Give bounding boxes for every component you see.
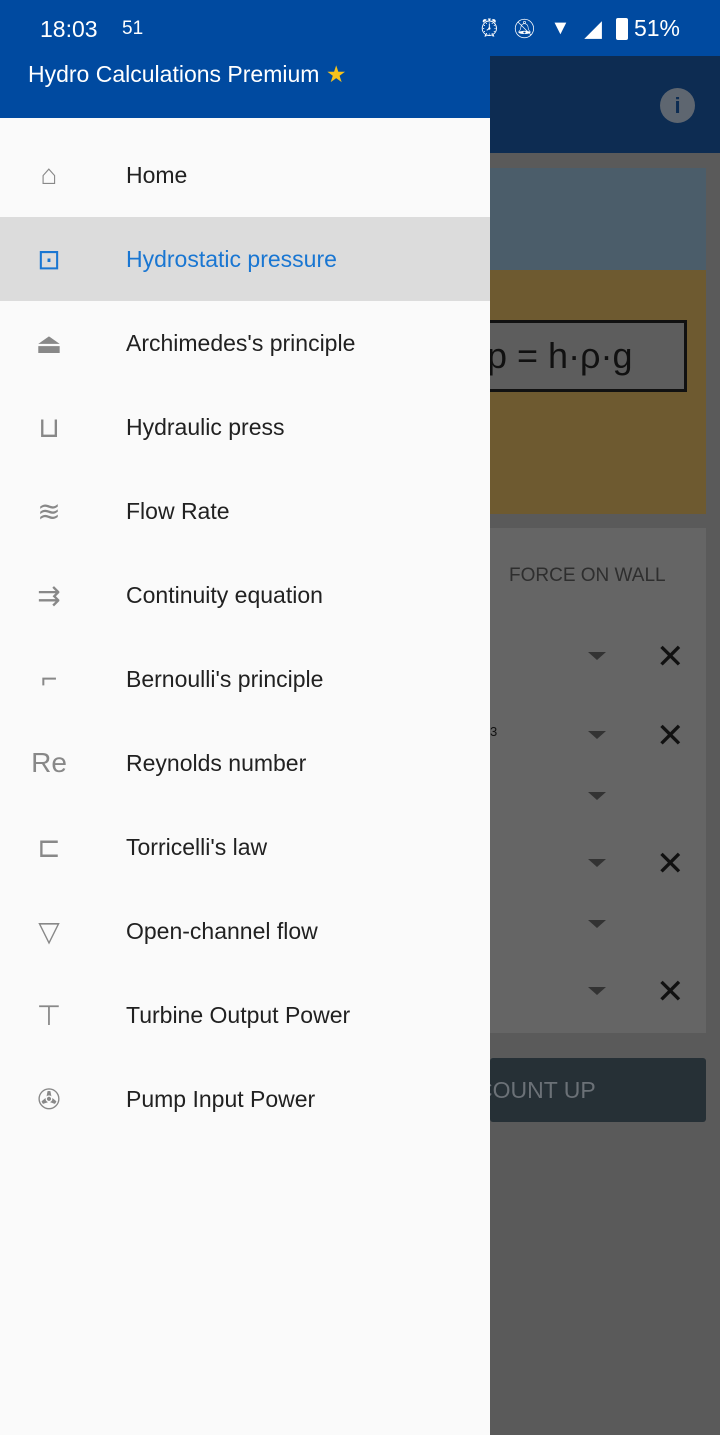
home-icon: ⌂ [40, 159, 58, 190]
drawer-item-hydrostatic-pressure[interactable]: ⊡ Hydrostatic pressure [0, 217, 490, 301]
signal-icon: ◢ [584, 15, 602, 41]
drawer-item-open-channel-flow[interactable]: ▽ Open-channel flow [0, 889, 490, 973]
battery-level: 51% [633, 15, 680, 41]
drawer-item-label: Continuity equation [126, 581, 323, 608]
hydraulic-press-icon: ⊔ [38, 411, 60, 443]
drawer-header: Hydro Calculations Premium ★ [0, 56, 490, 118]
notification-count: 51 [122, 18, 144, 39]
drawer-item-label: Hydrostatic pressure [126, 245, 337, 272]
drawer-item-bernoulli-s-principle[interactable]: ⌐ Bernoulli's principle [0, 637, 490, 721]
reynolds-icon: Re [31, 747, 67, 778]
drawer-item-label: Turbine Output Power [126, 1001, 351, 1028]
drawer-item-label: Pump Input Power [126, 1085, 316, 1112]
dropdown-arrow-icon[interactable] [588, 652, 606, 660]
clear-icon[interactable]: ✕ [656, 640, 685, 674]
archimedes-icon: ⏏ [35, 327, 63, 359]
torricelli-icon: ⊏ [37, 831, 61, 863]
tab-force-on-wall[interactable]: FORCE ON WALL [509, 565, 666, 587]
drawer-item-flow-rate[interactable]: ≋ Flow Rate [0, 469, 490, 553]
drawer-item-continuity-equation[interactable]: ⇉ Continuity equation [0, 553, 490, 637]
continuity-icon: ⇉ [37, 579, 61, 611]
clear-icon[interactable]: ✕ [656, 975, 685, 1009]
dropdown-arrow-icon[interactable] [588, 792, 606, 800]
drawer-item-label: Reynolds number [126, 749, 307, 776]
bernoulli-icon: ⌐ [40, 663, 58, 694]
dropdown-arrow-icon[interactable] [588, 859, 606, 867]
drawer-item-hydraulic-press[interactable]: ⊔ Hydraulic press [0, 385, 490, 469]
drawer-item-label: Open-channel flow [126, 917, 318, 944]
diagram-ground [490, 270, 706, 514]
unit-fragment: 3 [490, 724, 498, 739]
drawer-item-turbine-output-power[interactable]: ⊤ Turbine Output Power [0, 973, 490, 1057]
diagram-water [490, 168, 706, 270]
drawer-item-home[interactable]: ⌂ Home [0, 133, 490, 217]
drawer-item-torricelli-s-law[interactable]: ⊏ Torricelli's law [0, 805, 490, 889]
drawer-item-label: Home [126, 161, 188, 188]
clock: 18:03 [40, 16, 98, 42]
info-icon[interactable]: i [660, 88, 695, 123]
drawer-item-label: Bernoulli's principle [126, 665, 324, 692]
dropdown-arrow-icon[interactable] [588, 987, 606, 995]
star-icon: ★ [325, 61, 347, 87]
calc-card: FORCE ON WALL 3 ✕ ✕ ✕ ✕ [490, 528, 706, 1033]
count-up-button[interactable]: COUNT UP [476, 1058, 706, 1122]
turbine-icon: ⊤ [36, 999, 62, 1031]
drawer-item-pump-input-power[interactable]: ✇ Pump Input Power [0, 1057, 490, 1141]
navigation-drawer: Hydro Calculations Premium ★ ⌂ Home ⊡ Hydro… [0, 0, 490, 1435]
drawer-title: Hydro Calculations Premium [28, 61, 320, 87]
open-channel-icon: ▽ [38, 915, 60, 947]
drawer-item-reynolds-number[interactable]: Re Reynolds number [0, 721, 490, 805]
clear-icon[interactable]: ✕ [656, 847, 685, 881]
status-bar: 18:03 51 ⏰︎ 🔕︎ ▼ ◢ 51% [0, 0, 720, 56]
drawer-item-label: Torricelli's law [126, 833, 268, 860]
dropdown-arrow-icon[interactable] [588, 731, 606, 739]
wifi-icon: ▼ [550, 17, 571, 39]
drawer-item-label: Flow Rate [126, 497, 230, 524]
pump-icon: ✇ [37, 1083, 61, 1115]
hydrostatic-icon: ⊡ [37, 243, 61, 275]
drawer-item-archimedes-s-principle[interactable]: ⏏ Archimedes's principle [0, 301, 490, 385]
formula-box: p = h·ρ·g [470, 320, 687, 392]
alarm-icon: ⏰︎ [480, 15, 499, 41]
drawer-item-label: Hydraulic press [126, 413, 285, 440]
flow-rate-icon: ≋ [37, 495, 61, 527]
drawer-item-label: Archimedes's principle [126, 329, 356, 356]
bell-off-icon: 🔕︎ [512, 18, 537, 40]
battery-icon [615, 17, 628, 40]
clear-icon[interactable]: ✕ [656, 719, 685, 753]
dropdown-arrow-icon[interactable] [588, 920, 606, 928]
